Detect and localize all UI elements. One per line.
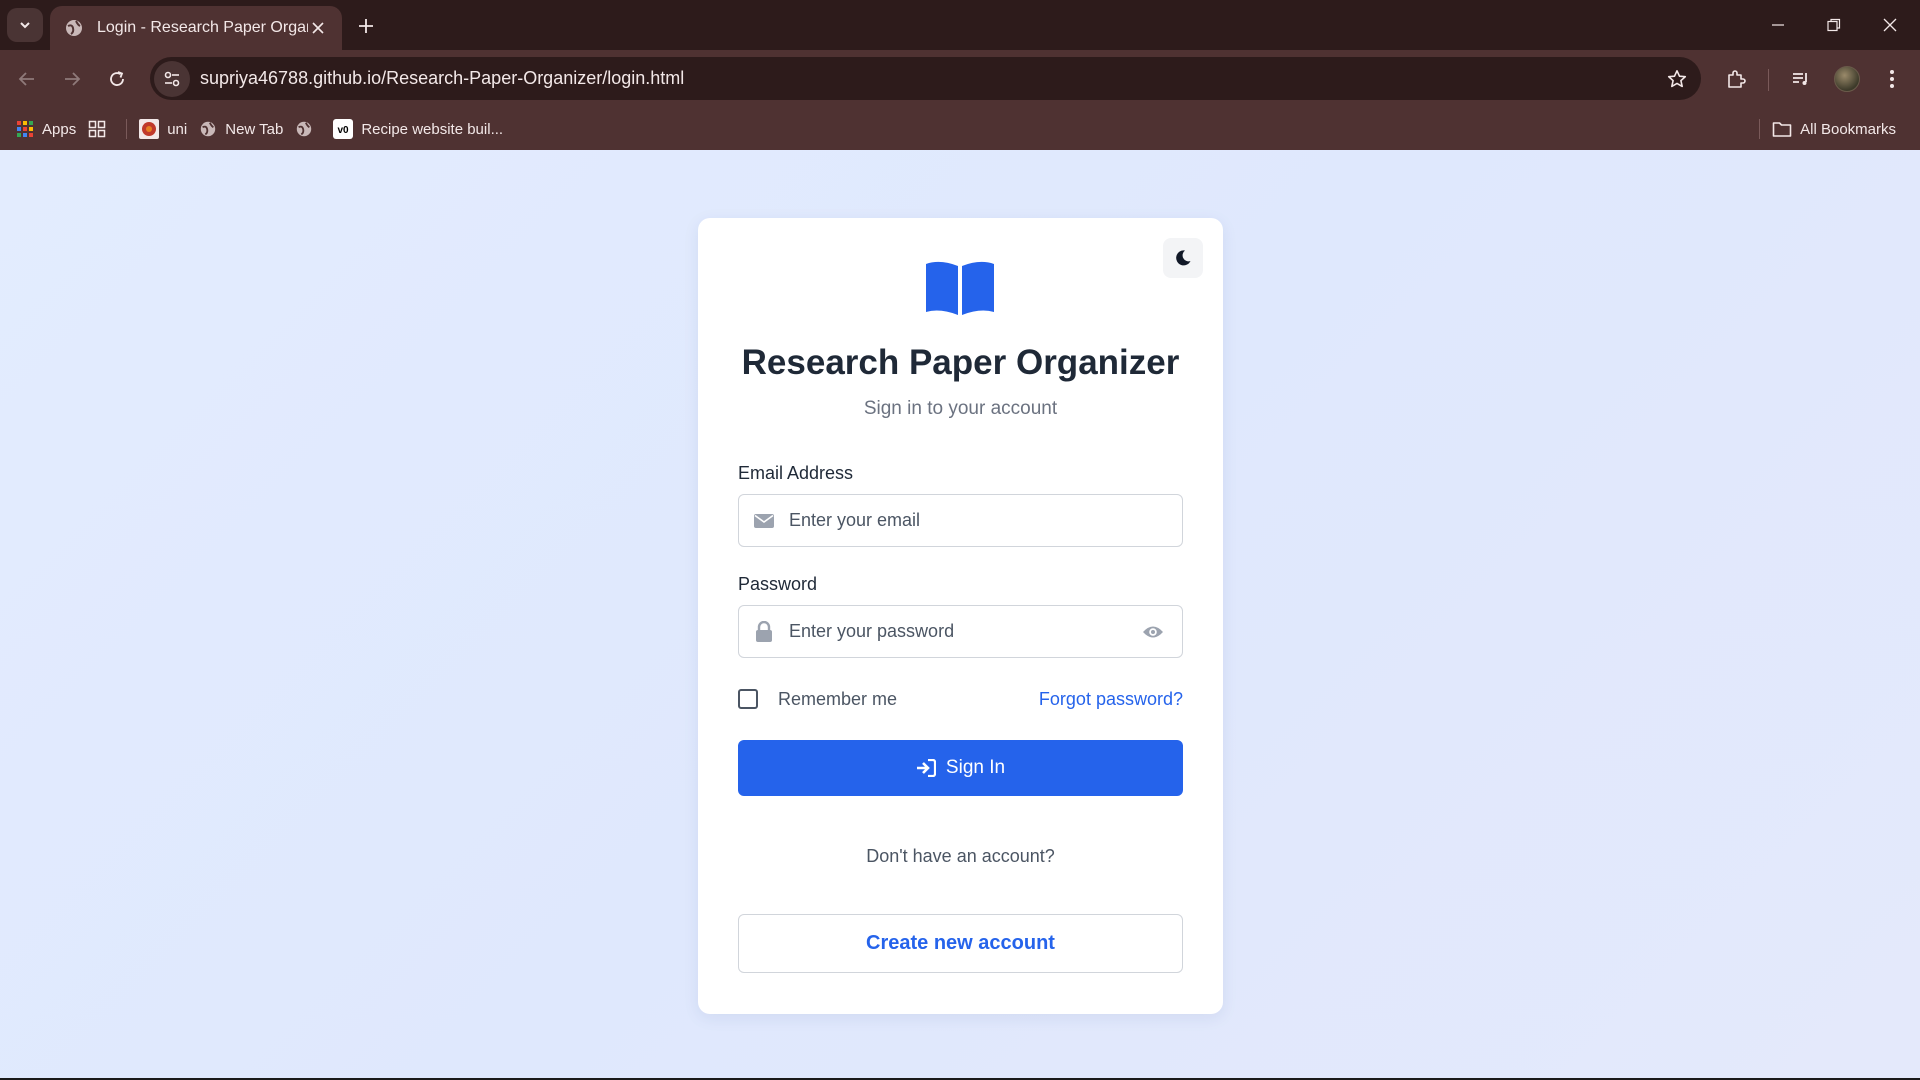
apps-grid-icon xyxy=(17,121,33,137)
media-controls-button[interactable] xyxy=(1783,61,1819,97)
bookmark-uni[interactable]: uni xyxy=(133,114,193,144)
back-button[interactable] xyxy=(9,61,45,97)
playlist-icon xyxy=(1793,73,1807,85)
sign-in-icon xyxy=(916,759,936,777)
page-title: Research Paper Organizer xyxy=(741,343,1180,382)
bookmark-label: Recipe website buil... xyxy=(361,120,504,138)
svg-text:v0: v0 xyxy=(338,125,350,136)
bookmark-new-tab[interactable]: New Tab xyxy=(193,114,289,144)
restore-button[interactable] xyxy=(1806,0,1862,50)
all-bookmarks-label: All Bookmarks xyxy=(1800,120,1896,138)
arrow-left-icon xyxy=(18,72,34,86)
new-tab-button[interactable] xyxy=(352,12,380,40)
folder-icon xyxy=(1772,122,1792,137)
profile-button[interactable] xyxy=(1829,61,1865,97)
uni-favicon xyxy=(139,119,160,139)
remember-label[interactable]: Remember me xyxy=(778,689,897,710)
url-text[interactable]: supriya46788.github.io/Research-Paper-Or… xyxy=(200,68,1659,89)
envelope-icon xyxy=(753,510,775,532)
tab-title: Login - Research Paper Organiz xyxy=(97,19,308,36)
reload-button[interactable] xyxy=(99,61,135,97)
remember-checkbox[interactable] xyxy=(738,689,758,709)
eye-icon xyxy=(1143,626,1163,637)
plus-icon xyxy=(359,19,373,33)
bookmarks-bar: Apps uni New Tab v0 Recipe website buil.… xyxy=(0,108,1920,150)
puzzle-icon xyxy=(1728,70,1746,88)
bookmark-apps[interactable]: Apps xyxy=(10,114,82,144)
bookmark-tab-groups[interactable] xyxy=(82,114,120,144)
bookmark-label: Apps xyxy=(42,120,77,138)
book-open-icon xyxy=(926,261,994,315)
close-icon xyxy=(312,22,324,34)
close-window-button[interactable] xyxy=(1862,0,1918,50)
bookmark-recipe[interactable]: v0 Recipe website buil... xyxy=(327,114,509,144)
more-vertical-icon xyxy=(1890,70,1894,88)
theme-toggle-button[interactable] xyxy=(1163,238,1203,278)
email-label: Email Address xyxy=(738,463,854,483)
globe-icon xyxy=(201,121,216,137)
address-bar[interactable]: supriya46788.github.io/Research-Paper-Or… xyxy=(150,57,1701,100)
email-field[interactable] xyxy=(738,494,1183,547)
toolbar-divider xyxy=(1768,69,1769,91)
bookmark-star-button[interactable] xyxy=(1659,61,1695,97)
bookmark-globe[interactable] xyxy=(289,114,327,144)
forgot-password-link[interactable]: Forgot password? xyxy=(1039,689,1183,710)
avatar xyxy=(1834,66,1860,92)
all-bookmarks-button[interactable]: All Bookmarks xyxy=(1766,114,1902,144)
extensions-button[interactable] xyxy=(1718,61,1754,97)
active-tab[interactable]: Login - Research Paper Organiz xyxy=(50,6,342,50)
site-info-button[interactable] xyxy=(154,60,190,97)
star-icon xyxy=(1667,69,1687,87)
bookmark-label: New Tab xyxy=(225,120,284,138)
lock-icon xyxy=(753,621,775,643)
toggle-password-visibility[interactable] xyxy=(1140,619,1166,645)
tune-icon xyxy=(164,71,180,86)
bookmarks-divider xyxy=(126,119,128,139)
menu-button[interactable] xyxy=(1874,61,1910,97)
close-icon xyxy=(1883,18,1897,32)
arrow-right-icon xyxy=(65,72,81,86)
bookmark-label: uni xyxy=(167,120,188,138)
page-background: Research Paper Organizer Sign in to your… xyxy=(0,150,1920,1080)
no-account-text: Don't have an account? xyxy=(866,846,1055,866)
chevron-down-icon xyxy=(20,22,30,29)
tab-groups-icon xyxy=(88,120,106,138)
password-label: Password xyxy=(738,574,818,594)
email-input[interactable] xyxy=(789,495,1182,546)
create-account-label: Create new account xyxy=(866,932,1055,954)
close-tab-button[interactable] xyxy=(308,18,328,38)
create-account-button[interactable]: Create new account xyxy=(738,914,1183,973)
browser-toolbar: supriya46788.github.io/Research-Paper-Or… xyxy=(0,50,1920,108)
minimize-button[interactable] xyxy=(1750,0,1806,50)
login-card: Research Paper Organizer Sign in to your… xyxy=(698,218,1223,1014)
minimize-icon xyxy=(1772,24,1784,26)
remember-row: Remember me Forgot password? xyxy=(738,684,1183,714)
tab-search-button[interactable] xyxy=(7,8,43,42)
bookmarks-divider xyxy=(1759,119,1760,139)
moon-icon xyxy=(1176,250,1191,266)
globe-icon xyxy=(297,121,312,137)
sign-in-label: Sign In xyxy=(945,757,1006,778)
globe-icon xyxy=(66,20,82,36)
forward-button[interactable] xyxy=(54,61,90,97)
password-field[interactable] xyxy=(738,605,1183,658)
tab-strip: Login - Research Paper Organiz xyxy=(0,0,1920,50)
reload-icon xyxy=(110,71,124,86)
restore-icon xyxy=(1827,18,1841,32)
v0-favicon: v0 xyxy=(333,119,354,139)
page-subtitle: Sign in to your account xyxy=(863,398,1058,419)
password-input[interactable] xyxy=(789,606,1140,657)
sign-in-button[interactable]: Sign In xyxy=(738,740,1183,796)
